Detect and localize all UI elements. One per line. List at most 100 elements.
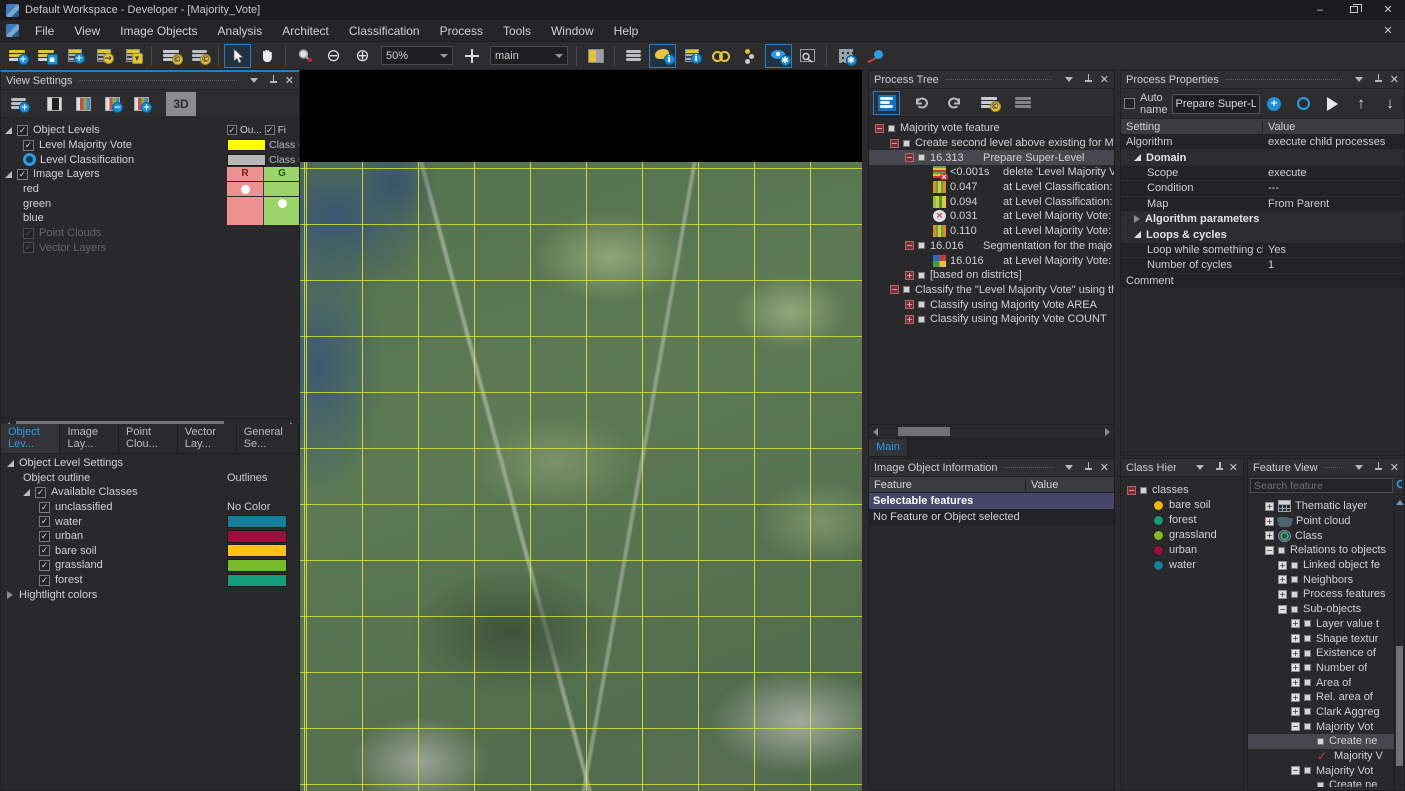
execute-settings-button[interactable]	[1290, 92, 1317, 116]
zoom-actual-button[interactable]	[458, 44, 485, 68]
class-color-swatch[interactable]	[227, 530, 287, 543]
zoom-preview-button[interactable]	[794, 44, 821, 68]
green-channel-cell[interactable]	[264, 182, 299, 196]
view-settings-row-object-levels[interactable]: ✓Object Levels✓Ou...✓Fi	[1, 123, 299, 138]
open-data-button[interactable]: ▾	[119, 44, 146, 68]
process-name-input[interactable]	[1172, 94, 1260, 114]
remove-layer-view-button[interactable]: −	[99, 92, 126, 116]
layer-mixing-button[interactable]: ©	[186, 44, 213, 68]
checkbox[interactable]: ✓	[23, 242, 34, 253]
classification-view-button[interactable]: i	[649, 44, 676, 68]
pp-row-loops-cycles[interactable]: Loops & cycles	[1121, 227, 1404, 242]
tree-item-classify-using-majority-vote-count[interactable]: +Classify using Majority Vote COUNT	[869, 312, 1114, 327]
level-color-swatch[interactable]	[227, 154, 266, 166]
three-d-toggle-button[interactable]: 3D	[166, 92, 196, 116]
expand-icon[interactable]: +	[1291, 649, 1300, 658]
expand-icon[interactable]: +	[1265, 517, 1274, 526]
collapse-icon[interactable]: −	[1278, 605, 1287, 614]
tree-item-at-level-majority-vote-merg[interactable]: 0.110at Level Majority Vote: merg	[869, 224, 1114, 239]
tree-item-shape-textur[interactable]: +Shape textur	[1248, 631, 1395, 646]
pan-button[interactable]	[253, 44, 280, 68]
expand-icon[interactable]: +	[1291, 619, 1300, 628]
ruleset-archive-button[interactable]: ©	[975, 91, 1002, 115]
menu-item-view[interactable]: View	[64, 20, 110, 42]
tree-item-linked-object-fe[interactable]: +Linked object fe	[1248, 558, 1395, 573]
move-up-button[interactable]: ↑	[1348, 92, 1375, 116]
expanded-icon[interactable]	[1134, 231, 1141, 238]
tab-general-se[interactable]: General Se...	[237, 424, 299, 453]
checkbox[interactable]: ✓	[35, 487, 46, 498]
close-icon[interactable]: ✕	[1100, 461, 1109, 474]
chevron-down-icon[interactable]	[1196, 465, 1204, 470]
pp-row-comment[interactable]: Comment	[1121, 274, 1404, 289]
tree-item-segmentation-for-the-majo[interactable]: −16.016Segmentation for the majo	[869, 239, 1114, 254]
expand-icon[interactable]: +	[1291, 678, 1300, 687]
expand-icon[interactable]: +	[1278, 575, 1287, 584]
menu-item-tools[interactable]: Tools	[493, 20, 541, 42]
tree-item-at-level-majority-vote-remo[interactable]: ×0.031at Level Majority Vote: remo	[869, 209, 1114, 224]
map-viewport[interactable]	[300, 162, 862, 791]
chevron-down-icon[interactable]	[1355, 465, 1363, 470]
tree-item-at-level-classification-merg[interactable]: 0.047at Level Classification: merg	[869, 180, 1114, 195]
checkbox[interactable]: ✓	[39, 560, 50, 571]
document-close-button[interactable]: ✕	[1371, 23, 1405, 39]
snippet-button[interactable]	[1009, 91, 1036, 115]
tree-item-majority-v[interactable]: ✓Majority V	[1248, 749, 1395, 764]
redo-button[interactable]	[941, 91, 968, 115]
collapse-icon[interactable]: −	[905, 241, 914, 250]
class-color-swatch[interactable]	[227, 574, 287, 587]
ols-row-unclassified[interactable]: ✓unclassifiedNo Color	[1, 500, 299, 515]
tree-item-sub-objects[interactable]: −Sub-objects	[1248, 602, 1395, 617]
pp-row-algorithm[interactable]: Algorithmexecute child processes	[1121, 135, 1404, 150]
pp-row-scope[interactable]: Scopeexecute	[1121, 166, 1404, 181]
column-feature[interactable]: Feature	[869, 479, 1026, 491]
single-layer-view-button[interactable]	[41, 92, 68, 116]
layer-stack-visibility-button[interactable]: ©	[157, 44, 184, 68]
tree-item-point-cloud[interactable]: +Point cloud	[1248, 514, 1395, 529]
tree-item-classify-the-level-majority-vote-using-the[interactable]: −Classify the "Level Majority Vote" usin…	[869, 283, 1114, 298]
pin-icon[interactable]	[1375, 462, 1382, 473]
tree-item-delete-level-majority-vot[interactable]: <0.001sdelete 'Level Majority Vot	[869, 165, 1114, 180]
checkbox[interactable]: ✓	[39, 575, 50, 586]
tab-vector-lay[interactable]: Vector Lay...	[178, 424, 237, 453]
algorithm-settings-button[interactable]: +	[1261, 92, 1288, 116]
tab-point-clou[interactable]: Point Clou...	[119, 424, 178, 453]
checkbox[interactable]: ✓	[39, 516, 50, 527]
class-item-water[interactable]: water	[1121, 558, 1243, 573]
checkbox[interactable]: ✓	[39, 531, 50, 542]
view-settings-row-level-majority-vote[interactable]: ✓Level Majority VoteClass C	[1, 138, 299, 153]
view-settings-row-level-classification[interactable]: Level ClassificationClass C	[1, 152, 299, 167]
expanded-icon[interactable]	[23, 489, 30, 496]
restore-button[interactable]	[1337, 2, 1371, 18]
view-settings-row-red[interactable]: red	[1, 182, 299, 197]
expand-icon[interactable]: +	[905, 315, 914, 324]
red-channel-cell[interactable]	[227, 197, 264, 211]
split-view-button[interactable]	[582, 44, 609, 68]
expanded-icon[interactable]	[1134, 154, 1141, 161]
ols-row-object-level-settings[interactable]: Object Level Settings	[1, 456, 299, 471]
chevron-down-icon[interactable]	[1065, 465, 1073, 470]
expand-icon[interactable]: +	[1265, 502, 1274, 511]
search-icon[interactable]	[1396, 479, 1402, 492]
close-icon[interactable]: ✕	[1390, 73, 1399, 86]
menu-item-window[interactable]: Window	[541, 20, 604, 42]
outline-column-checkbox[interactable]: ✓	[227, 125, 237, 135]
expanded-icon[interactable]	[7, 460, 14, 467]
red-channel-cell[interactable]	[227, 182, 264, 196]
pp-row-algorithm-parameters[interactable]: Algorithm parameters	[1121, 212, 1404, 227]
view-settings-row-blue[interactable]: blue	[1, 211, 299, 226]
collapsed-icon[interactable]	[7, 591, 13, 599]
tree-item-number-of[interactable]: +Number of	[1248, 661, 1395, 676]
tree-item-classes[interactable]: −classes	[1121, 483, 1243, 498]
show-classification-button[interactable]	[707, 44, 734, 68]
tree-item-thematic-layer[interactable]: +Thematic layer	[1248, 499, 1395, 514]
checkbox[interactable]: ✓	[23, 228, 34, 239]
zoom-in-button[interactable]: ⊕	[349, 44, 376, 68]
execute-process-button[interactable]	[1319, 92, 1346, 116]
tree-item-classify-using-majority-vote-area[interactable]: +Classify using Majority Vote AREA	[869, 297, 1114, 312]
zoom-out-button[interactable]: ⊖	[320, 44, 347, 68]
ols-row-grassland[interactable]: ✓grassland	[1, 558, 299, 573]
scroll-left-icon[interactable]	[873, 428, 878, 436]
collapse-icon[interactable]: −	[905, 153, 914, 162]
expand-icon[interactable]: +	[1291, 707, 1300, 716]
